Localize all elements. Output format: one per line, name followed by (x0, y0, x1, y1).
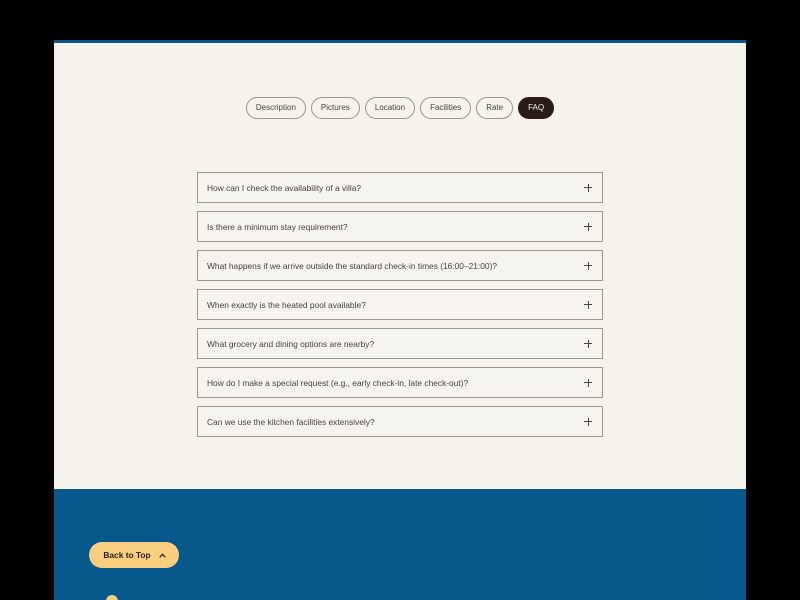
faq-question: Is there a minimum stay requirement? (207, 221, 348, 232)
faq-question: When exactly is the heated pool availabl… (207, 299, 366, 310)
faq-list: How can I check the availability of a vi… (197, 172, 603, 437)
tab-description[interactable]: Description (245, 97, 306, 119)
back-to-top-button[interactable]: Back to Top (89, 542, 179, 568)
tab-location[interactable]: Location (364, 97, 416, 119)
page: Description Pictures Location Facilities… (54, 40, 746, 600)
site-footer: Back to Top (54, 489, 746, 600)
faq-item[interactable]: Is there a minimum stay requirement? (197, 211, 603, 242)
plus-icon (584, 339, 592, 348)
tab-facilities[interactable]: Facilities (420, 97, 472, 119)
faq-question: How can I check the availability of a vi… (207, 182, 362, 193)
tab-faq[interactable]: FAQ (518, 97, 555, 119)
plus-icon (584, 300, 592, 309)
faq-question: Can we use the kitchen facilities extens… (207, 416, 375, 427)
tab-pictures[interactable]: Pictures (310, 97, 360, 119)
plus-icon (584, 378, 592, 387)
plus-icon (584, 183, 592, 192)
faq-item[interactable]: What grocery and dining options are near… (197, 328, 603, 359)
faq-item[interactable]: How can I check the availability of a vi… (197, 172, 603, 203)
plus-icon (584, 417, 592, 426)
faq-question: How do I make a special request (e.g., e… (207, 377, 469, 388)
back-to-top-label: Back to Top (103, 550, 151, 560)
faq-item[interactable]: How do I make a special request (e.g., e… (197, 367, 603, 398)
faq-item[interactable]: What happens if we arrive outside the st… (197, 250, 603, 281)
chevron-up-icon (158, 553, 166, 559)
footer-logo (106, 595, 118, 600)
plus-icon (584, 222, 592, 231)
plus-icon (584, 261, 592, 270)
faq-item[interactable]: Can we use the kitchen facilities extens… (197, 406, 603, 437)
faq-question: What grocery and dining options are near… (207, 338, 375, 349)
top-accent-bar (54, 40, 746, 43)
faq-item[interactable]: When exactly is the heated pool availabl… (197, 289, 603, 320)
faq-question: What happens if we arrive outside the st… (207, 260, 498, 271)
tab-rate[interactable]: Rate (476, 97, 514, 119)
section-tabs: Description Pictures Location Facilities… (54, 97, 746, 119)
